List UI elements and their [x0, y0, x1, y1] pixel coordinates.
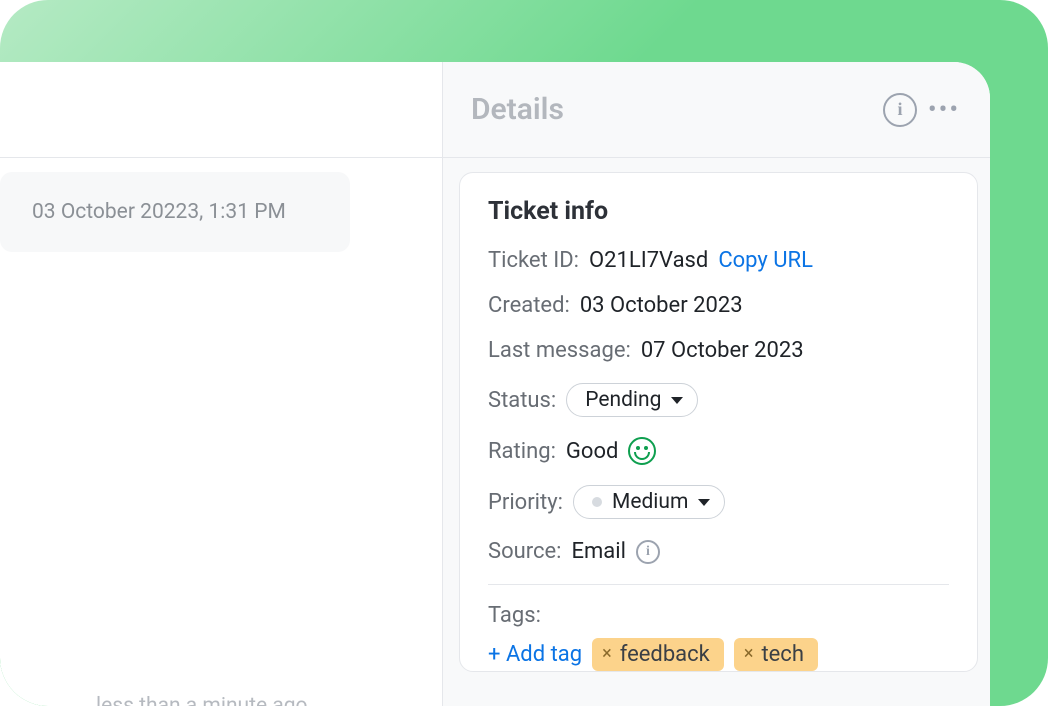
info-icon: i: [883, 93, 917, 127]
add-tag-button[interactable]: + Add tag: [488, 642, 582, 667]
main-body: 03 October 20223, 1:31 PM less than a mi…: [0, 158, 990, 706]
tag-chip: × tech: [734, 638, 818, 671]
status-value: Pending: [585, 388, 661, 412]
chevron-down-icon: [698, 499, 710, 506]
smiley-icon: [628, 437, 656, 465]
details-more-button[interactable]: •••: [926, 92, 962, 128]
more-horizontal-icon: •••: [928, 97, 960, 123]
priority-row: Priority: Medium: [488, 485, 949, 519]
last-message-value: 07 October 2023: [641, 338, 804, 363]
tag-remove-button[interactable]: ×: [744, 643, 754, 664]
details-panel-title: Details: [471, 92, 874, 127]
app-backdrop: Details i ••• 03 October 20223, 1:31 PM …: [0, 0, 1048, 706]
relative-time-text: less than a minute ago: [96, 694, 308, 706]
created-label: Created:: [488, 293, 570, 318]
top-bar: Details i •••: [0, 62, 990, 158]
rating-label: Rating:: [488, 439, 556, 464]
created-row: Created: 03 October 2023: [488, 293, 949, 318]
details-column: Ticket info Ticket ID: O21LI7Vasd Copy U…: [443, 158, 990, 706]
source-value: Email: [572, 539, 626, 564]
status-label: Status:: [488, 388, 556, 413]
status-dropdown[interactable]: Pending: [566, 383, 698, 417]
priority-label: Priority:: [488, 490, 563, 515]
created-value: 03 October 2023: [580, 293, 743, 318]
divider: [488, 584, 949, 585]
tags-label-row: Tags:: [488, 603, 949, 628]
ticket-id-label: Ticket ID:: [488, 248, 579, 273]
top-bar-left-spacer: [0, 62, 443, 157]
ticket-id-value: O21LI7Vasd: [589, 248, 708, 273]
copy-url-link[interactable]: Copy URL: [718, 248, 813, 273]
tags-row: + Add tag × feedback × tech: [488, 638, 949, 671]
last-message-row: Last message: 07 October 2023: [488, 338, 949, 363]
status-row: Status: Pending: [488, 383, 949, 417]
message-timestamp-text: 03 October 20223, 1:31 PM: [32, 200, 318, 224]
ticket-info-card: Ticket info Ticket ID: O21LI7Vasd Copy U…: [459, 172, 978, 672]
details-info-button[interactable]: i: [882, 92, 918, 128]
source-label: Source:: [488, 539, 562, 564]
source-info-button[interactable]: i: [636, 540, 660, 564]
tag-label: feedback: [620, 642, 710, 667]
rating-value: Good: [566, 439, 619, 464]
tag-remove-button[interactable]: ×: [602, 643, 612, 664]
top-bar-details: Details i •••: [443, 62, 990, 157]
tag-chip: × feedback: [592, 638, 724, 671]
priority-value: Medium: [612, 490, 688, 514]
app-window: Details i ••• 03 October 20223, 1:31 PM …: [0, 62, 990, 706]
ticket-info-heading: Ticket info: [488, 197, 949, 226]
last-message-label: Last message:: [488, 338, 631, 363]
conversation-column: 03 October 20223, 1:31 PM less than a mi…: [0, 158, 443, 706]
message-timestamp-card: 03 October 20223, 1:31 PM: [0, 172, 350, 252]
tags-label: Tags:: [488, 603, 541, 628]
rating-row: Rating: Good: [488, 437, 949, 465]
tag-label: tech: [761, 642, 804, 667]
priority-dot-icon: [592, 497, 602, 507]
source-row: Source: Email i: [488, 539, 949, 564]
priority-dropdown[interactable]: Medium: [573, 485, 725, 519]
chevron-down-icon: [671, 397, 683, 404]
ticket-id-row: Ticket ID: O21LI7Vasd Copy URL: [488, 248, 949, 273]
